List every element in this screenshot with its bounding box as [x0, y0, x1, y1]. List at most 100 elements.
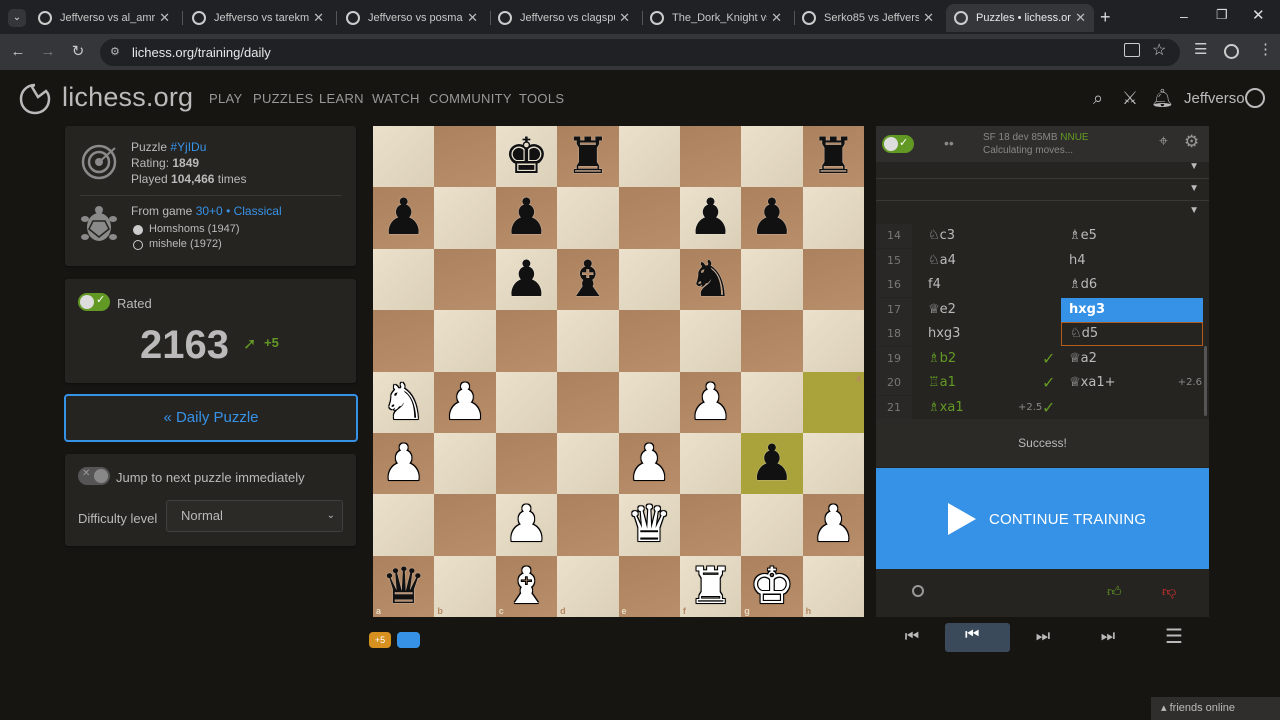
nav-learn[interactable]: LEARN: [319, 91, 364, 106]
last-move-icon[interactable]: ⏭: [1097, 626, 1119, 648]
square-g2[interactable]: [741, 494, 803, 556]
lichess-logo-icon[interactable]: [18, 82, 52, 116]
reload-icon[interactable]: ↻: [68, 42, 88, 62]
square-b6[interactable]: [434, 248, 496, 311]
nav-tools[interactable]: TOOLS: [519, 91, 564, 106]
close-window-icon[interactable]: ✕: [1252, 6, 1265, 24]
black-move[interactable]: ♗d6: [1069, 273, 1097, 297]
pv-line[interactable]: ▼: [876, 179, 1209, 201]
browser-tab[interactable]: Puzzles • lichess.org ✕: [946, 4, 1094, 32]
tab-close-icon[interactable]: ✕: [771, 10, 782, 26]
white-piece-c1[interactable]: ♝: [496, 556, 557, 617]
chessboard[interactable]: ♚ ♜ ♜ ♟ ♟ ♟ ♟ ♟ ♝ ♞ ♞ ♟ ♟ ♟ ♟ ♟ ♟ ♛ ♟ ♛ ♝ ♜ ♚ 8 7 6 5 4 3 2 1 a b c d e f g h: [373, 126, 864, 617]
black-player-link[interactable]: mishele (1972): [149, 238, 222, 250]
square-e7[interactable]: [618, 187, 680, 249]
square-h6[interactable]: [802, 248, 864, 311]
profile-icon[interactable]: [1224, 44, 1239, 59]
black-piece-a1[interactable]: ♛: [373, 556, 434, 617]
site-logo-text[interactable]: lichess.org: [62, 82, 193, 113]
black-move[interactable]: h4: [1069, 249, 1086, 273]
black-move[interactable]: ♕xa1+: [1069, 371, 1115, 395]
settings-gear-icon[interactable]: ⚙: [1184, 132, 1199, 152]
forward-icon[interactable]: →: [38, 42, 58, 62]
square-e6[interactable]: [618, 248, 680, 311]
thumbs-down-icon[interactable]: 👎︎: [1162, 583, 1176, 600]
challenge-swords-icon[interactable]: ⚔: [1120, 88, 1140, 108]
game-link[interactable]: 30+0 • Classical: [196, 204, 282, 218]
nav-play[interactable]: PLAY: [209, 91, 242, 106]
white-piece-f1[interactable]: ♜: [680, 556, 741, 617]
caret-down-icon[interactable]: ▼: [1189, 183, 1199, 194]
url-input[interactable]: ⚙ lichess.org/training/daily: [100, 39, 1180, 66]
white-player-link[interactable]: Homshoms (1947): [149, 223, 239, 235]
white-move[interactable]: ♘c3: [928, 224, 955, 248]
square-b3[interactable]: [434, 432, 496, 495]
white-piece-f4[interactable]: ♟: [680, 372, 741, 433]
square-b1[interactable]: [434, 555, 496, 617]
caret-down-icon[interactable]: ▼: [1189, 205, 1199, 216]
menu-icon[interactable]: ☰: [1163, 626, 1185, 648]
black-piece-f6[interactable]: ♞: [680, 249, 741, 310]
extensions-icon[interactable]: ☰: [1194, 40, 1207, 58]
black-move[interactable]: ♗e5: [1069, 224, 1097, 248]
black-piece-d8[interactable]: ♜: [557, 126, 618, 187]
square-a8[interactable]: [373, 126, 435, 188]
white-move[interactable]: ♕e2: [928, 298, 956, 322]
square-g4[interactable]: [741, 371, 803, 433]
browser-tab[interactable]: Serko85 vs Jeffverso ✕: [794, 4, 942, 32]
nav-puzzles[interactable]: PUZZLES: [253, 91, 314, 106]
tab-close-icon[interactable]: ✕: [467, 10, 478, 26]
square-h1[interactable]: [802, 555, 864, 617]
square-b2[interactable]: [434, 494, 496, 556]
restore-icon[interactable]: ❐: [1216, 7, 1228, 23]
rated-toggle[interactable]: ✓: [78, 293, 110, 311]
square-b5[interactable]: [434, 310, 496, 372]
browser-tab[interactable]: Jeffverso vs clagspuz ✕: [490, 4, 638, 32]
white-piece-g1[interactable]: ♚: [741, 556, 802, 617]
black-piece-f7[interactable]: ♟: [680, 187, 741, 248]
next-move-icon[interactable]: ⏭: [1032, 626, 1054, 648]
black-piece-c8[interactable]: ♚: [496, 126, 557, 187]
black-move-alternative[interactable]: ♘d5: [1061, 322, 1203, 346]
move-list[interactable]: 14 ♘c3 ♗e5 15 ♘a4 h4 16 f4 ♗d6 17 ♕e2 hxg3 18 hxg3 ♘d5…: [876, 224, 1209, 419]
daily-puzzle-button[interactable]: « Daily Puzzle: [64, 394, 358, 442]
black-piece-c7[interactable]: ♟: [496, 187, 557, 248]
prev-move-button[interactable]: ⏮: [945, 623, 1010, 652]
square-g8[interactable]: [741, 126, 803, 188]
black-piece-c6[interactable]: ♟: [496, 249, 557, 310]
white-move[interactable]: ♗b2: [928, 347, 956, 371]
square-d7[interactable]: [557, 187, 619, 249]
back-icon[interactable]: ←: [8, 42, 28, 62]
square-e4[interactable]: [618, 371, 680, 433]
difficulty-select[interactable]: Normal ⌄: [166, 500, 343, 532]
tab-close-icon[interactable]: ✕: [159, 10, 170, 26]
site-info-icon[interactable]: ⚙: [110, 39, 120, 66]
browser-tab[interactable]: Jeffverso vs tarekmo ✕: [184, 4, 332, 32]
white-piece-c2[interactable]: ♟: [496, 494, 557, 555]
engine-toggle[interactable]: ✓: [882, 135, 914, 153]
tab-search-icon[interactable]: ⌄: [8, 9, 26, 27]
white-piece-e3[interactable]: ♟: [619, 433, 680, 494]
browser-tab[interactable]: The_Dork_Knight vs J ✕: [642, 4, 790, 32]
white-piece-a3[interactable]: ♟: [373, 433, 434, 494]
jump-next-toggle[interactable]: ✕: [78, 467, 110, 485]
first-move-icon[interactable]: ⏮: [901, 626, 923, 648]
square-e1[interactable]: [618, 555, 680, 617]
pv-line[interactable]: ▼: [876, 157, 1209, 179]
minimize-icon[interactable]: –: [1180, 8, 1188, 24]
nav-watch[interactable]: WATCH: [372, 91, 420, 106]
move-list-scrollbar[interactable]: [1204, 346, 1207, 416]
square-a2[interactable]: [373, 494, 435, 556]
square-f3[interactable]: [679, 432, 742, 495]
tab-close-icon[interactable]: ✕: [313, 10, 324, 26]
square-h5[interactable]: [802, 310, 864, 372]
black-move[interactable]: ♕a2: [1069, 347, 1097, 371]
black-piece-h8[interactable]: ♜: [803, 126, 864, 187]
square-c4[interactable]: [495, 371, 558, 433]
browser-tab[interactable]: Jeffverso vs al_amri7 ✕: [30, 4, 178, 32]
square-d5[interactable]: [557, 310, 619, 372]
thumbs-up-icon[interactable]: 👍︎: [1107, 583, 1122, 600]
bookmark-star-icon[interactable]: ☆: [1152, 40, 1166, 60]
square-d3[interactable]: [557, 432, 619, 495]
square-b8[interactable]: [434, 126, 496, 188]
